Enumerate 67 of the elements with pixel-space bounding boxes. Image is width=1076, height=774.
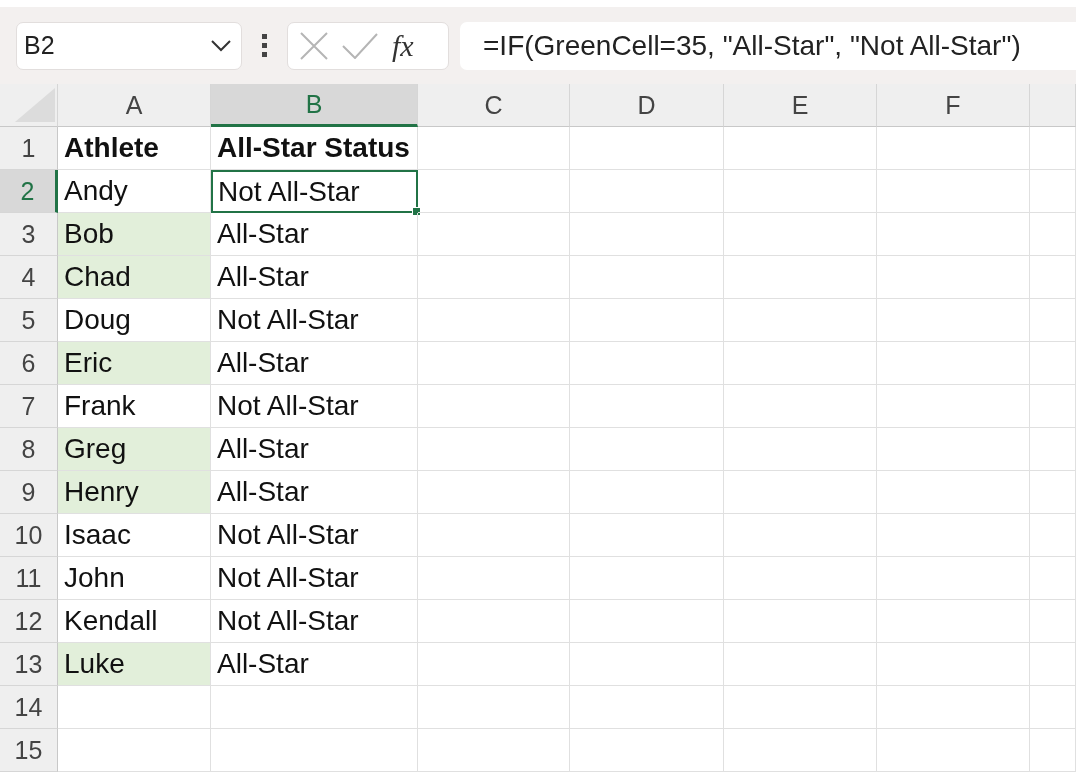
table-cell: Not All-Star (211, 385, 418, 428)
table-cell: All-Star Status (211, 127, 418, 170)
column-header[interactable]: F (877, 84, 1030, 127)
table-cell: All-Star (211, 342, 418, 385)
fill-handle[interactable] (412, 207, 421, 216)
table-cell: Athlete (58, 127, 211, 170)
table-cell (1030, 428, 1076, 471)
cancel-icon[interactable] (300, 31, 328, 60)
row-header[interactable]: 6 (0, 342, 58, 385)
column-header[interactable]: C (418, 84, 570, 127)
table-cell: Chad (58, 256, 211, 299)
table-cell (1030, 127, 1076, 170)
table-cell: All-Star (211, 428, 418, 471)
table-cell (1030, 471, 1076, 514)
table-cell (1030, 170, 1076, 213)
table-cell (1030, 557, 1076, 600)
row-header[interactable]: 2 (0, 170, 58, 213)
row-header[interactable]: 12 (0, 600, 58, 643)
column-header[interactable]: A (58, 84, 211, 127)
table-cell: Luke (58, 643, 211, 686)
table-cell: Not All-Star (211, 514, 418, 557)
table-cell (1030, 729, 1076, 772)
table-cell (1030, 600, 1076, 643)
row-header[interactable]: 5 (0, 299, 58, 342)
column-header[interactable]: E (724, 84, 877, 127)
table-cell: All-Star (211, 643, 418, 686)
table-cell: Isaac (58, 514, 211, 557)
row-header[interactable]: 15 (0, 729, 58, 772)
row-header[interactable]: 10 (0, 514, 58, 557)
insert-function-button[interactable]: fx (392, 28, 414, 63)
column-header[interactable] (1030, 84, 1076, 127)
table-cell: Henry (58, 471, 211, 514)
table-cell (1030, 686, 1076, 729)
table-cell (1030, 385, 1076, 428)
table-cell: All-Star (211, 471, 418, 514)
row-header[interactable]: 7 (0, 385, 58, 428)
table-cell: Not All-Star (211, 299, 418, 342)
table-cell: Eric (58, 342, 211, 385)
table-cell: Bob (58, 213, 211, 256)
more-options-icon[interactable] (262, 33, 268, 58)
column-header[interactable]: B (211, 84, 418, 127)
table-cell (1030, 342, 1076, 385)
formula-bar[interactable]: =IF(GreenCell=35, "All-Star", "Not All-Star") (460, 21, 1076, 70)
table-cell: All-Star (211, 213, 418, 256)
row-header[interactable]: 13 (0, 643, 58, 686)
table-cell (1030, 213, 1076, 256)
row-header[interactable]: 14 (0, 686, 58, 729)
row-header[interactable]: 9 (0, 471, 58, 514)
table-cell (1030, 256, 1076, 299)
check-icon[interactable] (342, 32, 378, 59)
row-header[interactable]: 11 (0, 557, 58, 600)
table-cell: Greg (58, 428, 211, 471)
row-header[interactable]: 1 (0, 127, 58, 170)
table-cell (1030, 643, 1076, 686)
table-cell: Not All-Star (211, 557, 418, 600)
row-header[interactable]: 3 (0, 213, 58, 256)
row-header[interactable]: 8 (0, 428, 58, 471)
table-cell: Not All-Star (211, 170, 418, 213)
table-cell: Not All-Star (211, 600, 418, 643)
table-cell (1030, 299, 1076, 342)
table-cell: All-Star (211, 256, 418, 299)
name-box[interactable]: B2 (16, 21, 242, 70)
column-header[interactable]: D (570, 84, 724, 127)
table-cell (1030, 514, 1076, 557)
row-header[interactable]: 4 (0, 256, 58, 299)
table-cell: John (58, 557, 211, 600)
chevron-down-icon[interactable] (210, 38, 232, 53)
